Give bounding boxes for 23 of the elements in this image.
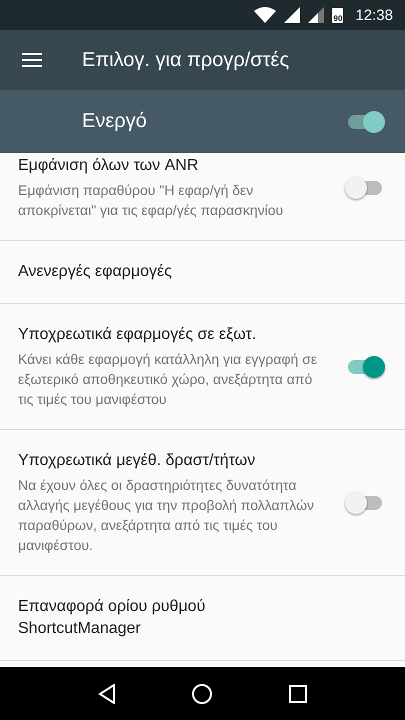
setting-summary: Εμφάνιση παραθύρου "Η εφαρ/γή δεν αποκρίνεται" για τις εφαρ/γές παρασκηνίου <box>18 181 284 220</box>
home-icon[interactable] <box>191 682 214 704</box>
setting-title[interactable]: Ανενεργές εφαρμογές <box>18 261 318 283</box>
setting-summary: Να έχουν όλες οι δραστηριότητες δυνατότητα αλλαγής μεγέθους για την προβολή πολλαπλών παραθύρων, ανεξάρτητα από τις τιμές του μανιφέστου. <box>18 476 316 555</box>
toggle-switch[interactable] <box>347 492 383 514</box>
menu-icon[interactable] <box>22 53 42 67</box>
recents-icon[interactable] <box>289 684 308 702</box>
setting-title[interactable]: Εμφάνιση όλων των ANR <box>18 155 318 177</box>
setting-title[interactable]: Υποχρεωτικά μεγέθ. δραστ/τήτων <box>18 450 318 472</box>
wifi-icon <box>254 7 276 23</box>
setting-title[interactable]: Υποχρεωτικά εφαρμογές σε εξωτ. <box>18 324 318 346</box>
toggle-switch[interactable] <box>347 356 383 378</box>
back-icon[interactable] <box>98 684 116 704</box>
toolbar-title: Επιλογ. για προγρ/στές <box>82 48 290 72</box>
master-switch-label: Ενεργό <box>82 110 147 133</box>
signal-icon <box>284 7 300 23</box>
master-switch[interactable] <box>347 110 383 132</box>
toggle-switch[interactable] <box>347 176 383 198</box>
clock-time: 12:38 <box>355 6 393 24</box>
setting-summary: Κάνει κάθε εφαρμογή κατάλληλη για εγγραφή σε εξωτερικό αποθηκευτικό χώρο, ανεξάρτητα από τις τιμές του μανιφέστου <box>18 350 318 409</box>
battery-icon: 90 <box>332 8 344 22</box>
signal-icon <box>308 7 324 23</box>
setting-title[interactable]: Επαναφορά ορίου ρυθμού ShortcutManager <box>18 596 318 640</box>
